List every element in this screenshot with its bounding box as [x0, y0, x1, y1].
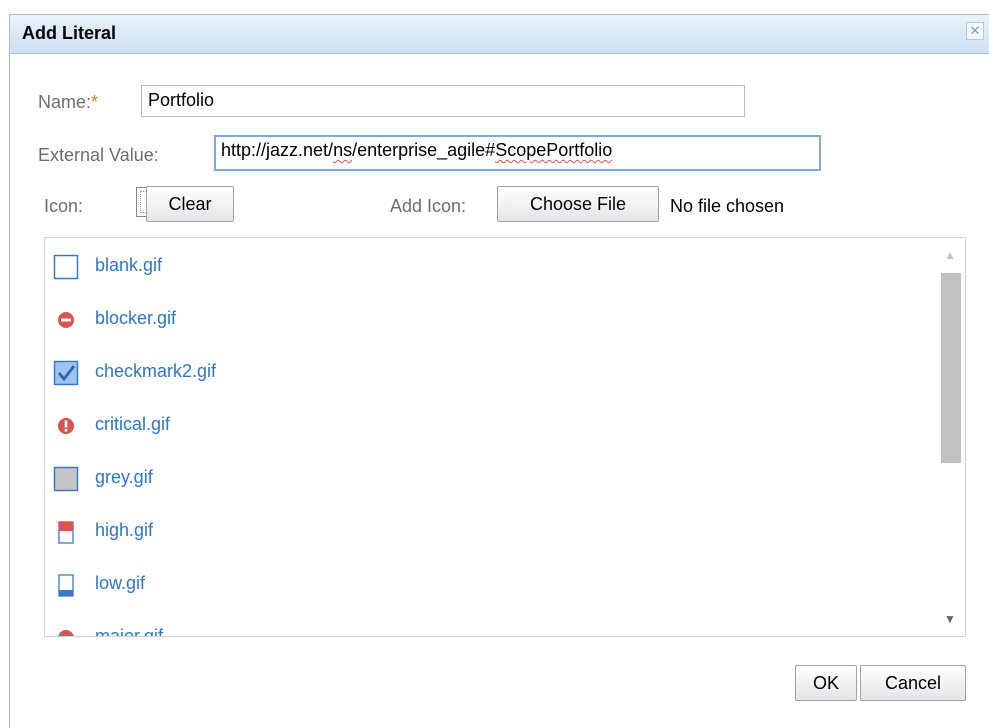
list-item-label: high.gif — [95, 520, 154, 540]
list-item[interactable]: blank.gif — [53, 251, 913, 281]
no-file-text: No file chosen — [670, 196, 785, 216]
blocker-icon — [58, 312, 74, 328]
dialog-titlebar[interactable]: Add Literal ✕ — [10, 15, 989, 54]
list-item[interactable]: low.gif — [53, 569, 913, 599]
ok-button[interactable]: OK — [795, 665, 857, 701]
grey-square-icon — [53, 466, 79, 492]
blank-square-icon — [53, 254, 79, 280]
required-marker: * — [91, 92, 99, 112]
list-item[interactable]: major.gif — [53, 622, 913, 637]
list-item[interactable]: critical.gif — [53, 410, 913, 440]
low-priority-icon — [58, 574, 74, 597]
add-icon-label: Add Icon: — [390, 196, 467, 216]
list-item[interactable]: blocker.gif — [53, 304, 913, 334]
list-item-label: critical.gif — [95, 414, 171, 434]
list-item-label: checkmark2.gif — [95, 361, 217, 381]
major-icon — [58, 630, 74, 636]
external-value-mid: /enterprise_agile# — [352, 140, 496, 160]
list-item[interactable]: checkmark2.gif — [53, 357, 913, 387]
dialog-title: Add Literal — [22, 23, 117, 43]
scroll-thumb[interactable] — [941, 273, 961, 463]
list-item-label: low.gif — [95, 573, 146, 593]
icon-label: Icon: — [44, 196, 84, 216]
checkmark-icon — [53, 360, 79, 386]
icon-list[interactable]: blank.gif blocker.gif checkmark2.gif cri… — [44, 237, 966, 637]
scroll-down-arrow-icon[interactable]: ▼ — [943, 613, 957, 625]
name-label: Name:* — [38, 92, 98, 113]
name-input[interactable]: Portfolio — [141, 85, 745, 117]
clear-button[interactable]: Clear — [146, 186, 234, 222]
list-item-label: grey.gif — [95, 467, 153, 487]
choose-file-button[interactable]: Choose File — [497, 186, 659, 222]
external-value-input[interactable]: http://jazz.net/ns/enterprise_agile#Scop… — [214, 135, 821, 171]
list-item[interactable]: high.gif — [53, 516, 913, 546]
external-value-suffix: ScopePortfolio — [495, 140, 613, 160]
list-item-label: blank.gif — [95, 255, 163, 275]
cancel-button[interactable]: Cancel — [860, 665, 966, 701]
external-value-prefix: http://jazz.net/ — [221, 140, 334, 160]
external-value-ns: ns — [333, 140, 353, 160]
list-scrollbar[interactable]: ▲ ▼ — [935, 238, 965, 636]
list-item-label: major.gif — [95, 626, 164, 637]
close-icon[interactable]: ✕ — [966, 22, 984, 40]
name-label-text: Name: — [38, 92, 92, 112]
critical-icon — [58, 418, 74, 434]
list-item[interactable]: grey.gif — [53, 463, 913, 493]
external-value-label: External Value: — [38, 145, 159, 165]
scroll-up-arrow-icon[interactable]: ▲ — [943, 249, 957, 261]
high-priority-icon — [58, 521, 74, 544]
list-item-label: blocker.gif — [95, 308, 177, 328]
